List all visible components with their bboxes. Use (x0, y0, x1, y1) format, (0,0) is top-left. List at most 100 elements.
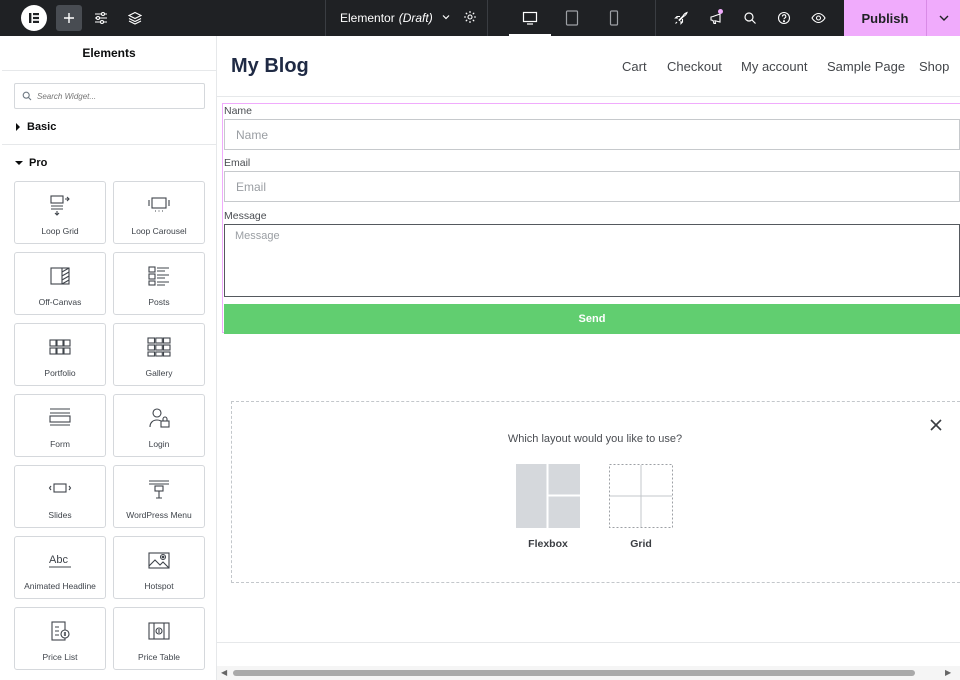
widget-price-table[interactable]: Price Table (113, 607, 205, 670)
message-field[interactable]: Message (224, 224, 960, 297)
horizontal-scrollbar[interactable]: ◀ ▶ (217, 666, 960, 680)
name-label: Name (224, 105, 253, 117)
close-icon (930, 419, 942, 431)
caret-right-icon (16, 123, 20, 131)
widget-label: Price List (42, 652, 78, 662)
help-icon[interactable] (767, 0, 801, 36)
flexbox-layout-icon (516, 464, 580, 528)
scrollbar-thumb[interactable] (233, 670, 915, 676)
name-field[interactable]: Name (224, 119, 960, 150)
email-label: Email (224, 157, 251, 169)
launchpad-rocket-icon[interactable] (664, 0, 698, 36)
scroll-right-arrow-icon[interactable]: ▶ (945, 668, 951, 677)
layout-option-grid[interactable]: Grid (609, 464, 673, 550)
publish-button[interactable]: Publish (844, 0, 926, 36)
layout-picker: Which layout would you like to use? Flex… (231, 401, 960, 583)
elementor-logo-icon[interactable] (21, 5, 47, 31)
contact-form[interactable]: Name Name Email Email Message Message Se… (222, 103, 960, 334)
mobile-view-button[interactable] (593, 0, 635, 36)
widget-loop-carousel[interactable]: Loop Carousel (113, 181, 205, 244)
nav-link-my-account[interactable]: My account (741, 59, 807, 74)
layout-option-flexbox[interactable]: Flexbox (516, 464, 580, 550)
send-button[interactable]: Send (224, 304, 960, 334)
widget-loop-grid[interactable]: Loop Grid (14, 181, 106, 244)
posts-icon (148, 266, 169, 286)
message-label: Message (224, 210, 267, 222)
gallery-icon (147, 337, 171, 357)
widget-off-canvas[interactable]: Off-Canvas (14, 252, 106, 315)
price-list-icon (51, 621, 70, 641)
email-field[interactable]: Email (224, 171, 960, 202)
widget-label: Price Table (138, 652, 180, 662)
widget-posts[interactable]: Posts (113, 252, 205, 315)
category-basic[interactable]: Basic (15, 121, 56, 133)
widget-label: Loop Carousel (131, 226, 187, 236)
site-header: My Blog Cart Checkout My account Sample … (217, 36, 960, 97)
widget-form[interactable]: Form (14, 394, 106, 457)
widget-search[interactable] (14, 83, 205, 109)
login-icon (149, 408, 170, 428)
preview-eye-icon[interactable] (802, 0, 836, 36)
widget-login[interactable]: Login (113, 394, 205, 457)
layout-option-label: Flexbox (528, 538, 568, 550)
widget-label: Portfolio (44, 368, 76, 378)
document-status: (Draft) (398, 11, 433, 25)
widget-animated-headline[interactable]: Abc Animated Headline (14, 536, 106, 599)
layout-question: Which layout would you like to use? (507, 433, 683, 445)
widget-label: Hotspot (144, 581, 174, 591)
slides-icon (48, 483, 72, 493)
tablet-view-button[interactable] (551, 0, 593, 36)
structure-layers-icon[interactable] (120, 0, 150, 36)
nav-link-cart[interactable]: Cart (622, 59, 647, 74)
panel-title: Elements (2, 36, 216, 71)
desktop-view-button[interactable] (508, 0, 551, 36)
widget-label: Posts (148, 297, 170, 307)
portfolio-icon (49, 339, 71, 355)
site-title[interactable]: My Blog (231, 55, 309, 78)
hotspot-icon (148, 552, 170, 569)
widget-label: Off-Canvas (38, 297, 82, 307)
category-pro[interactable]: Pro (15, 157, 47, 169)
whats-new-megaphone-icon[interactable] (698, 0, 732, 36)
loop-grid-icon (50, 195, 70, 216)
search-input[interactable] (37, 91, 197, 101)
widget-label: Loop Grid (41, 226, 79, 236)
nav-link-shop[interactable]: Shop (919, 59, 949, 74)
category-label: Basic (27, 121, 57, 133)
off-canvas-icon (50, 267, 70, 285)
desktop-icon (522, 11, 537, 25)
widget-gallery[interactable]: Gallery (113, 323, 205, 386)
finder-search-icon[interactable] (733, 0, 767, 36)
layout-option-label: Grid (630, 538, 652, 550)
nav-link-sample-page[interactable]: Sample Page (827, 59, 905, 74)
document-name: Elementor (340, 11, 395, 25)
add-element-button[interactable] (56, 5, 82, 31)
widget-hotspot[interactable]: Hotspot (113, 536, 205, 599)
document-title[interactable]: Elementor (Draft) (326, 0, 488, 36)
widget-label: Form (50, 439, 70, 449)
widget-label: Slides (48, 510, 72, 520)
price-table-icon (148, 622, 170, 640)
widget-wordpress-menu[interactable]: WordPress Menu (113, 465, 205, 528)
notification-dot (718, 9, 724, 14)
tablet-icon (565, 10, 578, 26)
site-settings-icon[interactable] (86, 0, 116, 36)
category-label: Pro (29, 157, 48, 169)
top-bar-left (0, 0, 326, 36)
widget-label: WordPress Menu (126, 510, 192, 520)
scroll-left-arrow-icon[interactable]: ◀ (221, 668, 227, 677)
mobile-icon (609, 10, 618, 26)
top-bar: Elementor (Draft) Publish (0, 0, 960, 36)
elements-panel: Elements Basic Pro Loop Grid Loop Carous… (2, 36, 217, 680)
publish-options-button[interactable] (926, 0, 960, 36)
chevron-down-icon (939, 15, 948, 21)
widget-portfolio[interactable]: Portfolio (14, 323, 106, 386)
widget-slides[interactable]: Slides (14, 465, 106, 528)
top-bar-right (656, 0, 844, 36)
loop-carousel-icon (148, 197, 170, 212)
widget-label: Login (148, 439, 170, 449)
widget-price-list[interactable]: Price List (14, 607, 106, 670)
page-settings-gear-icon[interactable] (463, 10, 477, 27)
widget-label: Animated Headline (24, 581, 96, 591)
nav-link-checkout[interactable]: Checkout (667, 59, 722, 74)
